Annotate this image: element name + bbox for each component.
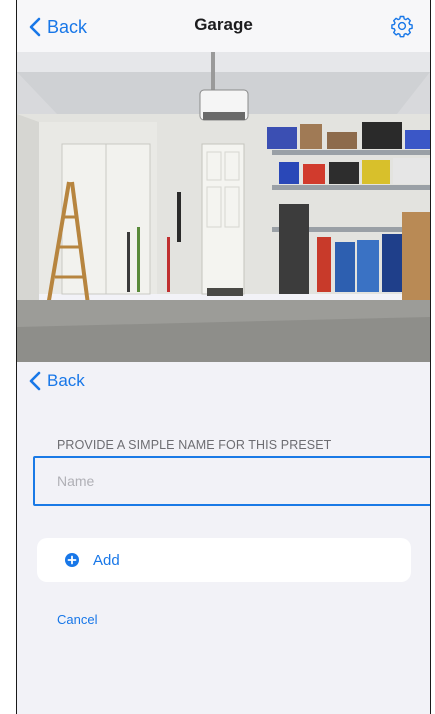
plus-circle-icon [65,553,79,567]
garage-camera-image [17,52,430,362]
add-button-label: Add [93,551,120,569]
preset-name-input[interactable] [33,456,430,506]
preset-name-section-label: PROVIDE A SIMPLE NAME FOR THIS PRESET [57,438,332,452]
cancel-button[interactable]: Cancel [57,612,97,627]
page-title: Garage [194,15,253,34]
add-button[interactable]: Add [37,538,411,582]
top-nav-bar: Back Garage [17,0,430,52]
preset-back-label: Back [47,371,85,390]
chevron-left-icon [29,371,41,391]
app-frame: Back Garage Back PROVIDE A SIMPLE NAME F… [16,0,431,714]
gear-icon[interactable] [390,14,414,38]
camera-live-view[interactable] [17,52,430,362]
preset-back-button[interactable]: Back [29,371,85,391]
